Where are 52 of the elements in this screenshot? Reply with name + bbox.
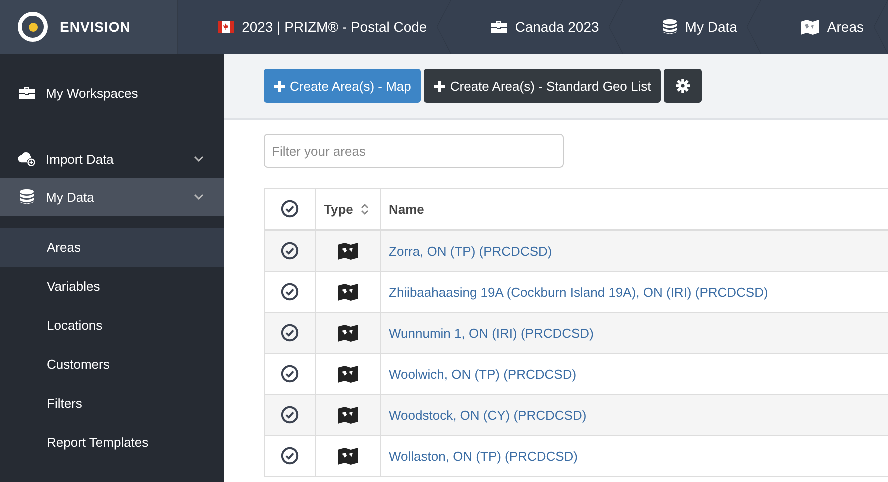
chevron-down-icon[interactable] bbox=[194, 194, 204, 200]
map-icon bbox=[338, 448, 358, 464]
breadcrumb[interactable]: Canada 2023 bbox=[451, 0, 624, 54]
map-icon bbox=[338, 242, 358, 260]
database-icon bbox=[20, 189, 34, 205]
filter-field[interactable]: Filter your areas bbox=[264, 134, 564, 168]
sidebar-subitem[interactable]: Customers bbox=[0, 345, 224, 384]
breadcrumb[interactable]: 2023 | PRIZM® - Postal Code bbox=[178, 0, 452, 54]
check-circle-icon[interactable] bbox=[281, 324, 299, 342]
map-icon bbox=[338, 406, 358, 424]
check-circle-icon[interactable] bbox=[281, 242, 299, 260]
map-icon bbox=[801, 20, 820, 34]
breadcrumb[interactable]: Areas bbox=[761, 0, 888, 54]
create-area-button[interactable]: Create Area(s) - Map bbox=[264, 69, 422, 103]
area-link[interactable]: Woolwich, ON (TP) (PRCDCSD) bbox=[389, 366, 577, 382]
map-icon bbox=[338, 366, 358, 382]
sidebar-subitem[interactable]: Areas bbox=[0, 228, 224, 267]
sidebar-subitem[interactable]: Variables bbox=[0, 267, 224, 306]
sidebar-subitem[interactable]: Filters bbox=[0, 384, 224, 423]
check-circle-icon[interactable] bbox=[281, 406, 299, 424]
check-circle-icon[interactable] bbox=[281, 365, 299, 383]
plus-icon bbox=[434, 80, 446, 92]
sidebar-subitem[interactable]: Report Templates bbox=[0, 423, 224, 462]
settings-button[interactable] bbox=[664, 69, 702, 103]
sidebar-item[interactable]: My Data bbox=[0, 178, 224, 216]
check-circle-icon[interactable] bbox=[281, 283, 299, 301]
briefcase-icon bbox=[19, 86, 35, 100]
logo-icon bbox=[18, 12, 48, 42]
cloud-upload-icon bbox=[18, 151, 36, 167]
column-header[interactable]: Type bbox=[324, 202, 354, 216]
area-link[interactable]: Wunnumin 1, ON (IRI) (PRCDCSD) bbox=[389, 326, 594, 340]
map-icon bbox=[338, 284, 358, 300]
chevron-down-icon[interactable] bbox=[194, 156, 204, 162]
area-link[interactable]: Woodstock, ON (CY) (PRCDCSD) bbox=[389, 408, 587, 422]
sidebar-item[interactable]: My Workspaces bbox=[0, 74, 224, 112]
sort-icon[interactable] bbox=[361, 202, 370, 216]
area-link[interactable]: Zorra, ON (TP) (PRCDCSD) bbox=[389, 244, 552, 258]
create-area-button[interactable]: Create Area(s) - Standard Geo List bbox=[424, 69, 662, 103]
area-link[interactable]: Wollaston, ON (TP) (PRCDCSD) bbox=[389, 448, 578, 464]
flag-icon bbox=[218, 21, 234, 33]
plus-icon bbox=[274, 80, 285, 92]
database-icon bbox=[663, 19, 678, 35]
logo-text: ENVISION bbox=[60, 19, 131, 35]
check-circle-icon[interactable] bbox=[281, 200, 299, 218]
column-header: Name bbox=[389, 202, 424, 216]
map-icon bbox=[338, 324, 358, 342]
settings-icon bbox=[676, 79, 690, 93]
check-circle-icon[interactable] bbox=[281, 447, 299, 465]
sidebar-item[interactable]: Import Data bbox=[0, 140, 224, 178]
breadcrumb[interactable]: My Data bbox=[623, 0, 762, 54]
briefcase-icon bbox=[491, 20, 508, 34]
sidebar-subitem[interactable]: Locations bbox=[0, 306, 224, 345]
